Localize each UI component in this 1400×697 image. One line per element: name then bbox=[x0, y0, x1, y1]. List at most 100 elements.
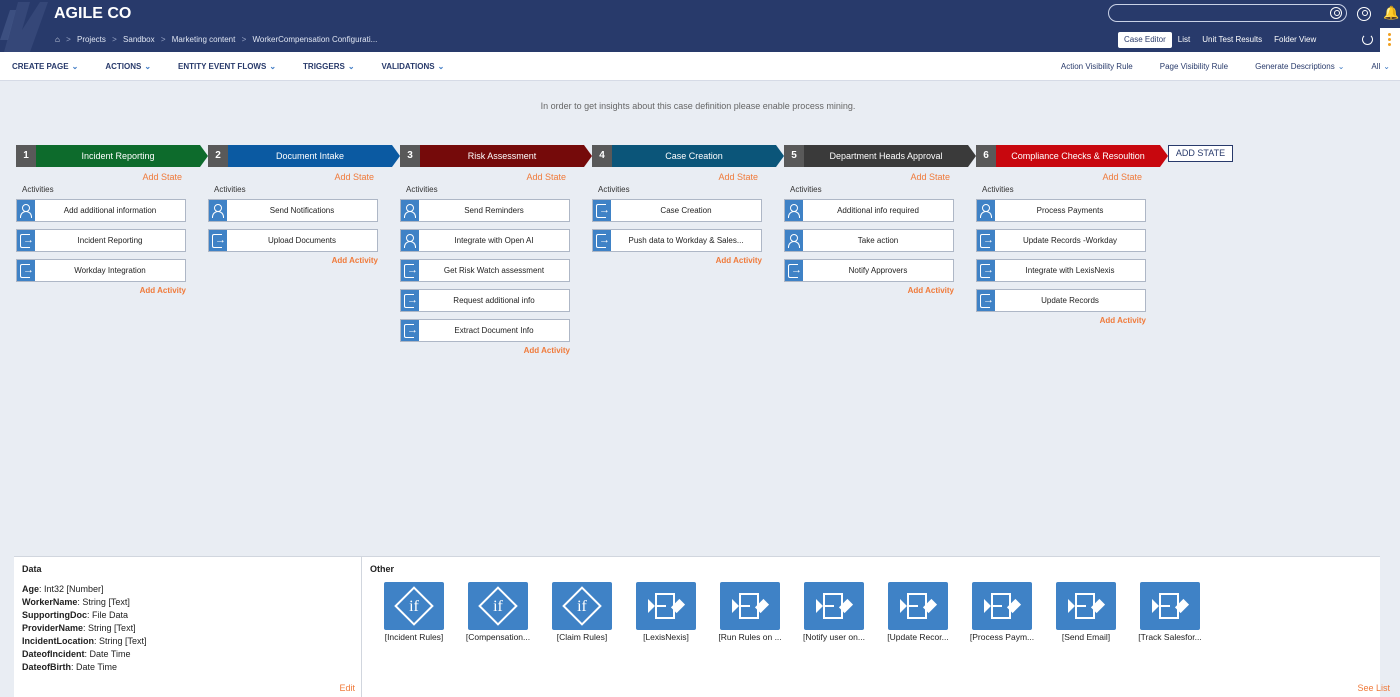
refresh-icon[interactable] bbox=[1362, 34, 1373, 45]
rule-tile[interactable] bbox=[804, 582, 864, 630]
rule-tile[interactable] bbox=[972, 582, 1032, 630]
home-icon[interactable]: ⌂ bbox=[55, 35, 60, 44]
state-header[interactable]: 2 Document Intake bbox=[208, 145, 400, 167]
add-state-link[interactable]: Add State bbox=[718, 172, 758, 182]
edit-link[interactable]: Edit bbox=[339, 683, 355, 693]
activity-item[interactable]: Send Notifications bbox=[208, 199, 378, 222]
rule-item[interactable]: [Track Salesfor... bbox=[1128, 582, 1212, 642]
activity-label: Incident Reporting bbox=[77, 236, 143, 245]
action-menubar: CREATE PAGE ⌄ ACTIONS ⌄ ENTITY EVENT FLOWS… bbox=[0, 52, 1400, 81]
rule-item[interactable]: [Send Email] bbox=[1044, 582, 1128, 642]
rule-item[interactable]: if [Incident Rules] bbox=[372, 582, 456, 642]
rule-item[interactable]: [LexisNexis] bbox=[624, 582, 708, 642]
add-state-link[interactable]: Add State bbox=[910, 172, 950, 182]
activity-item[interactable]: Process Payments bbox=[976, 199, 1146, 222]
activity-item[interactable]: Notify Approvers bbox=[784, 259, 954, 282]
add-activity-link[interactable]: Add Activity bbox=[208, 256, 378, 265]
rule-tile[interactable] bbox=[888, 582, 948, 630]
activity-item[interactable]: Case Creation bbox=[592, 199, 762, 222]
activity-item[interactable]: Extract Document Info bbox=[400, 319, 570, 342]
menu-action-visibility-rule[interactable]: Action Visibility Rule bbox=[1061, 62, 1133, 71]
see-list-link[interactable]: See List bbox=[1357, 683, 1390, 693]
rule-item[interactable]: [Process Paym... bbox=[960, 582, 1044, 642]
breadcrumb-projects[interactable]: Projects bbox=[77, 35, 106, 44]
more-options-icon[interactable] bbox=[1380, 28, 1400, 52]
arrow-icon bbox=[209, 230, 227, 251]
menu-validations[interactable]: VALIDATIONS ⌄ bbox=[382, 62, 445, 71]
activity-item[interactable]: Update Records -Workday bbox=[976, 229, 1146, 252]
rule-tile[interactable]: if bbox=[384, 582, 444, 630]
tab-list[interactable]: List bbox=[1172, 32, 1196, 48]
rule-item[interactable]: [Run Rules on ... bbox=[708, 582, 792, 642]
add-activity-link[interactable]: Add Activity bbox=[784, 286, 954, 295]
menu-entity-event-flows[interactable]: ENTITY EVENT FLOWS ⌄ bbox=[178, 62, 276, 71]
activity-item[interactable]: Get Risk Watch assessment bbox=[400, 259, 570, 282]
if-rule-icon: if bbox=[562, 586, 602, 626]
rule-item[interactable]: [Update Recor... bbox=[876, 582, 960, 642]
menu-create-page[interactable]: CREATE PAGE ⌄ bbox=[12, 62, 78, 71]
add-state-link[interactable]: Add State bbox=[526, 172, 566, 182]
menu-entity-event-flows-label: ENTITY EVENT FLOWS bbox=[178, 62, 267, 71]
activity-item[interactable]: Workday Integration bbox=[16, 259, 186, 282]
data-field: Age: Int32 [Number] bbox=[22, 583, 147, 596]
rule-tile[interactable] bbox=[1056, 582, 1116, 630]
breadcrumb-marketing-content[interactable]: Marketing content bbox=[172, 35, 236, 44]
rule-item[interactable]: if [Compensation... bbox=[456, 582, 540, 642]
menu-generate-descriptions[interactable]: Generate Descriptions ⌄ bbox=[1255, 62, 1344, 71]
field-type: Date Time bbox=[89, 649, 131, 659]
state-header[interactable]: 5 Department Heads Approval bbox=[784, 145, 976, 167]
rule-tile[interactable]: if bbox=[468, 582, 528, 630]
menu-page-visibility-rule[interactable]: Page Visibility Rule bbox=[1160, 62, 1228, 71]
field-name: ProviderName bbox=[22, 623, 84, 633]
add-activity-link[interactable]: Add Activity bbox=[16, 286, 186, 295]
rule-item[interactable]: [Notify user on... bbox=[792, 582, 876, 642]
user-profile-icon[interactable] bbox=[1357, 7, 1371, 21]
notification-bell-icon[interactable]: 🔔 bbox=[1383, 6, 1399, 20]
activities-label: Activities bbox=[406, 185, 438, 194]
add-activity-link[interactable]: Add Activity bbox=[400, 346, 570, 355]
activity-item[interactable]: Integrate with Open AI bbox=[400, 229, 570, 252]
state-header[interactable]: 4 Case Creation bbox=[592, 145, 784, 167]
add-state-link[interactable]: Add State bbox=[334, 172, 374, 182]
menu-all[interactable]: All ⌄ bbox=[1371, 62, 1390, 71]
search-input[interactable] bbox=[1108, 4, 1347, 22]
activity-label: Send Reminders bbox=[464, 206, 524, 215]
activity-item[interactable]: Request additional info bbox=[400, 289, 570, 312]
tab-unit-test-results[interactable]: Unit Test Results bbox=[1196, 32, 1268, 48]
activity-list: Case Creation Push data to Workday & Sale… bbox=[592, 199, 762, 265]
arrow-icon bbox=[401, 260, 419, 281]
rule-tile[interactable] bbox=[636, 582, 696, 630]
add-state-link[interactable]: Add State bbox=[142, 172, 182, 182]
activities-label: Activities bbox=[214, 185, 246, 194]
rule-label: [Notify user on... bbox=[803, 632, 865, 642]
activity-item[interactable]: Take action bbox=[784, 229, 954, 252]
activity-item[interactable]: Additional info required bbox=[784, 199, 954, 222]
search-icon[interactable] bbox=[1330, 7, 1342, 19]
activity-item[interactable]: Integrate with LexisNexis bbox=[976, 259, 1146, 282]
state-header[interactable]: 1 Incident Reporting bbox=[16, 145, 208, 167]
activity-item[interactable]: Update Records bbox=[976, 289, 1146, 312]
flow-icon bbox=[648, 593, 686, 619]
state-header[interactable]: 6 Compliance Checks & Resoultion bbox=[976, 145, 1168, 167]
add-activity-link[interactable]: Add Activity bbox=[976, 316, 1146, 325]
activity-item[interactable]: Send Reminders bbox=[400, 199, 570, 222]
add-state-link[interactable]: Add State bbox=[1102, 172, 1142, 182]
menu-triggers[interactable]: TRIGGERS ⌄ bbox=[303, 62, 354, 71]
activity-item[interactable]: Push data to Workday & Sales... bbox=[592, 229, 762, 252]
activity-item[interactable]: Add additional information bbox=[16, 199, 186, 222]
add-state-button[interactable]: ADD STATE bbox=[1168, 145, 1233, 162]
state-header[interactable]: 3 Risk Assessment bbox=[400, 145, 592, 167]
rule-tile[interactable] bbox=[1140, 582, 1200, 630]
rule-item[interactable]: if [Claim Rules] bbox=[540, 582, 624, 642]
tab-folder-view[interactable]: Folder View bbox=[1268, 32, 1322, 48]
breadcrumb-sandbox[interactable]: Sandbox bbox=[123, 35, 155, 44]
menu-actions[interactable]: ACTIONS ⌄ bbox=[105, 62, 151, 71]
add-activity-link[interactable]: Add Activity bbox=[592, 256, 762, 265]
activity-item[interactable]: Incident Reporting bbox=[16, 229, 186, 252]
tab-case-editor[interactable]: Case Editor bbox=[1118, 32, 1172, 48]
breadcrumb-current[interactable]: WorkerCompensation Configurati... bbox=[253, 35, 378, 44]
rule-tile[interactable]: if bbox=[552, 582, 612, 630]
rule-tile[interactable] bbox=[720, 582, 780, 630]
activity-item[interactable]: Upload Documents bbox=[208, 229, 378, 252]
flow-icon bbox=[984, 593, 1022, 619]
